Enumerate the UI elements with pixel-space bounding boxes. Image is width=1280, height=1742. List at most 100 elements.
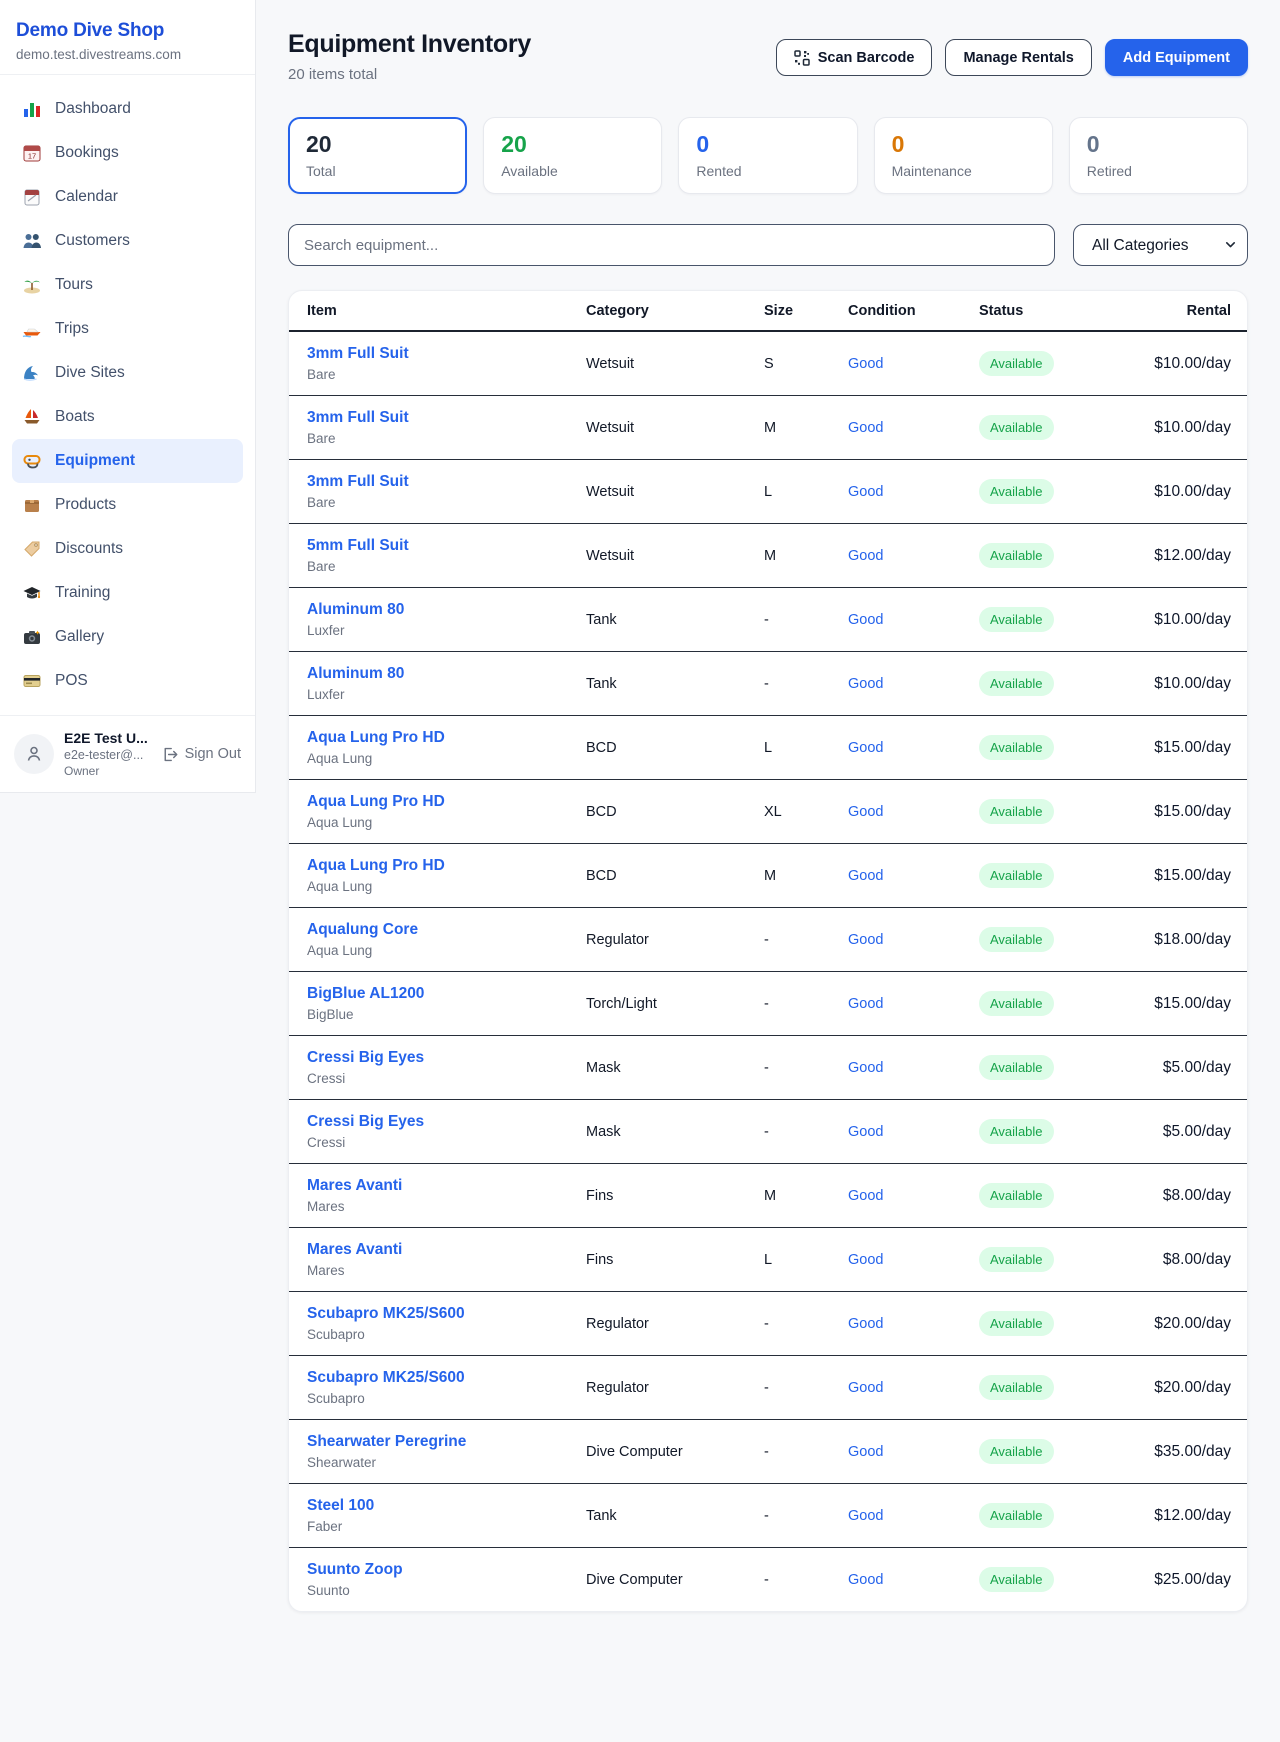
search-input[interactable]: [288, 224, 1055, 266]
table-row[interactable]: 3mm Full Suit Bare Wetsuit S Good Availa…: [289, 331, 1247, 396]
table-row[interactable]: Shearwater Peregrine Shearwater Dive Com…: [289, 1420, 1247, 1484]
sidebar-item-calendar[interactable]: Calendar: [12, 175, 243, 219]
brand-name[interactable]: Demo Dive Shop: [16, 20, 239, 42]
condition-link[interactable]: Good: [848, 1060, 883, 1076]
item-name-link[interactable]: 5mm Full Suit: [307, 537, 409, 555]
sign-out-button[interactable]: Sign Out: [161, 746, 241, 763]
condition-link[interactable]: Good: [848, 1444, 883, 1460]
sidebar-item-dive-sites[interactable]: Dive Sites: [12, 351, 243, 395]
stat-card-rented[interactable]: 0 Rented: [678, 117, 857, 194]
table-row[interactable]: Aqua Lung Pro HD Aqua Lung BCD XL Good A…: [289, 780, 1247, 844]
table-row[interactable]: Mares Avanti Mares Fins M Good Available…: [289, 1164, 1247, 1228]
item-name-link[interactable]: Shearwater Peregrine: [307, 1433, 466, 1451]
condition-link[interactable]: Good: [848, 1252, 883, 1268]
item-size: -: [764, 1292, 848, 1356]
table-row[interactable]: Scubapro MK25/S600 Scubapro Regulator - …: [289, 1292, 1247, 1356]
item-name-link[interactable]: Steel 100: [307, 1497, 374, 1515]
item-name-link[interactable]: Mares Avanti: [307, 1241, 402, 1259]
item-name-link[interactable]: 3mm Full Suit: [307, 473, 409, 491]
table-row[interactable]: 3mm Full Suit Bare Wetsuit M Good Availa…: [289, 396, 1247, 460]
table-row[interactable]: Scubapro MK25/S600 Scubapro Regulator - …: [289, 1356, 1247, 1420]
sidebar-item-boats[interactable]: Boats: [12, 395, 243, 439]
condition-link[interactable]: Good: [848, 932, 883, 948]
item-name-link[interactable]: Aqualung Core: [307, 921, 418, 939]
condition-link[interactable]: Good: [848, 1508, 883, 1524]
sidebar-item-trips[interactable]: Trips: [12, 307, 243, 351]
table-row[interactable]: Aqua Lung Pro HD Aqua Lung BCD L Good Av…: [289, 716, 1247, 780]
table-row[interactable]: 3mm Full Suit Bare Wetsuit L Good Availa…: [289, 460, 1247, 524]
condition-link[interactable]: Good: [848, 1124, 883, 1140]
item-brand: Bare: [307, 559, 586, 574]
item-name-link[interactable]: Aluminum 80: [307, 665, 404, 683]
table-row[interactable]: 5mm Full Suit Bare Wetsuit M Good Availa…: [289, 524, 1247, 588]
condition-link[interactable]: Good: [848, 1380, 883, 1396]
item-name-link[interactable]: Cressi Big Eyes: [307, 1049, 424, 1067]
condition-link[interactable]: Good: [848, 996, 883, 1012]
condition-link[interactable]: Good: [848, 1572, 883, 1588]
condition-link[interactable]: Good: [848, 484, 883, 500]
sidebar-item-label: Training: [55, 584, 110, 602]
item-name-link[interactable]: Mares Avanti: [307, 1177, 402, 1195]
condition-link[interactable]: Good: [848, 1188, 883, 1204]
stat-card-maintenance[interactable]: 0 Maintenance: [874, 117, 1053, 194]
condition-link[interactable]: Good: [848, 548, 883, 564]
condition-link[interactable]: Good: [848, 676, 883, 692]
status-badge: Available: [979, 1183, 1054, 1208]
main-content: Equipment Inventory 20 items total Scan …: [256, 0, 1280, 1612]
stat-card-total[interactable]: 20 Total: [288, 117, 467, 194]
condition-link[interactable]: Good: [848, 356, 883, 372]
item-name-link[interactable]: Aluminum 80: [307, 601, 404, 619]
item-brand: Luxfer: [307, 623, 586, 638]
table-row[interactable]: Suunto Zoop Suunto Dive Computer - Good …: [289, 1548, 1247, 1612]
item-brand: Luxfer: [307, 687, 586, 702]
sidebar-item-customers[interactable]: Customers: [12, 219, 243, 263]
stat-card-retired[interactable]: 0 Retired: [1069, 117, 1248, 194]
equipment-table-body: 3mm Full Suit Bare Wetsuit S Good Availa…: [289, 331, 1247, 1611]
item-name-link[interactable]: Aqua Lung Pro HD: [307, 793, 445, 811]
condition-link[interactable]: Good: [848, 868, 883, 884]
sidebar-item-products[interactable]: Products: [12, 483, 243, 527]
table-row[interactable]: Cressi Big Eyes Cressi Mask - Good Avail…: [289, 1036, 1247, 1100]
stat-card-available[interactable]: 20 Available: [483, 117, 662, 194]
sidebar-item-training[interactable]: Training: [12, 571, 243, 615]
condition-link[interactable]: Good: [848, 1316, 883, 1332]
sidebar-item-gallery[interactable]: Gallery: [12, 615, 243, 659]
condition-link[interactable]: Good: [848, 420, 883, 436]
condition-link[interactable]: Good: [848, 804, 883, 820]
sidebar-item-dashboard[interactable]: Dashboard: [12, 87, 243, 131]
item-size: M: [764, 844, 848, 908]
item-name-link[interactable]: 3mm Full Suit: [307, 345, 409, 363]
item-category: Regulator: [586, 1356, 764, 1420]
scan-barcode-button[interactable]: Scan Barcode: [776, 39, 933, 76]
item-category: Fins: [586, 1228, 764, 1292]
table-row[interactable]: Aqua Lung Pro HD Aqua Lung BCD M Good Av…: [289, 844, 1247, 908]
table-row[interactable]: Aqualung Core Aqua Lung Regulator - Good…: [289, 908, 1247, 972]
add-equipment-button[interactable]: Add Equipment: [1105, 39, 1248, 76]
manage-rentals-button[interactable]: Manage Rentals: [945, 39, 1091, 76]
table-row[interactable]: Mares Avanti Mares Fins L Good Available…: [289, 1228, 1247, 1292]
item-name-link[interactable]: Aqua Lung Pro HD: [307, 729, 445, 747]
category-select[interactable]: All Categories: [1073, 224, 1248, 266]
item-name-link[interactable]: BigBlue AL1200: [307, 985, 424, 1003]
item-name-link[interactable]: 3mm Full Suit: [307, 409, 409, 427]
item-name-link[interactable]: Scubapro MK25/S600: [307, 1305, 465, 1323]
item-category: Wetsuit: [586, 396, 764, 460]
table-row[interactable]: Steel 100 Faber Tank - Good Available $1…: [289, 1484, 1247, 1548]
condition-link[interactable]: Good: [848, 612, 883, 628]
condition-link[interactable]: Good: [848, 740, 883, 756]
table-row[interactable]: Aluminum 80 Luxfer Tank - Good Available…: [289, 652, 1247, 716]
table-row[interactable]: Aluminum 80 Luxfer Tank - Good Available…: [289, 588, 1247, 652]
item-name-link[interactable]: Suunto Zoop: [307, 1561, 403, 1579]
sidebar-item-discounts[interactable]: Discounts: [12, 527, 243, 571]
table-row[interactable]: Cressi Big Eyes Cressi Mask - Good Avail…: [289, 1100, 1247, 1164]
person-icon: [24, 744, 44, 764]
sidebar-item-bookings[interactable]: 17 Bookings: [12, 131, 243, 175]
table-row[interactable]: BigBlue AL1200 BigBlue Torch/Light - Goo…: [289, 972, 1247, 1036]
rental-rate: $35.00/day: [1139, 1420, 1247, 1484]
item-name-link[interactable]: Scubapro MK25/S600: [307, 1369, 465, 1387]
sidebar-item-pos[interactable]: POS: [12, 659, 243, 703]
sidebar-item-tours[interactable]: Tours: [12, 263, 243, 307]
item-name-link[interactable]: Cressi Big Eyes: [307, 1113, 424, 1131]
item-name-link[interactable]: Aqua Lung Pro HD: [307, 857, 445, 875]
sidebar-item-equipment[interactable]: Equipment: [12, 439, 243, 483]
